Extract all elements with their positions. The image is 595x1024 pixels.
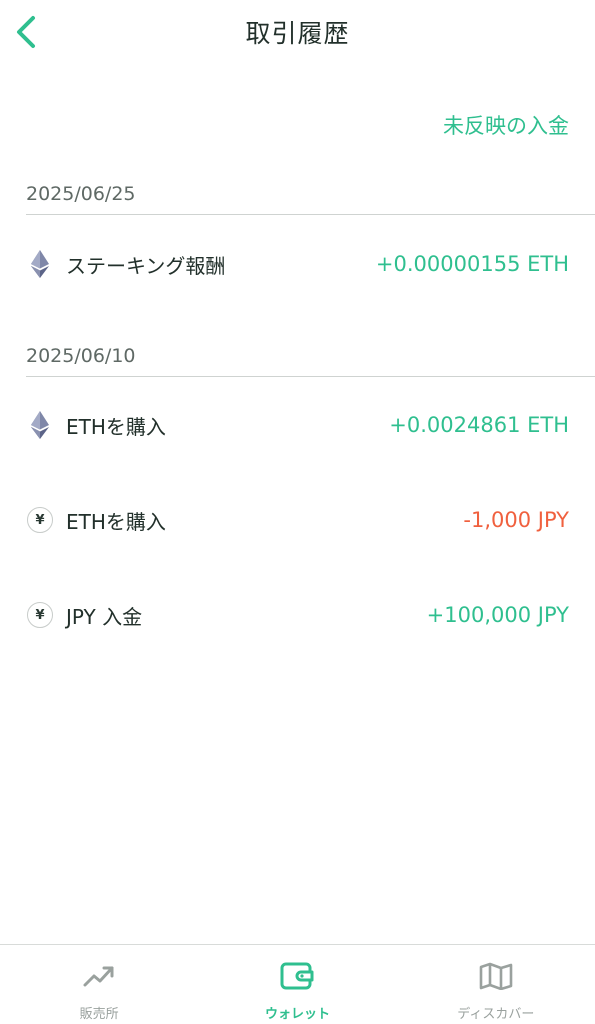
transaction-label: JPY 入金 <box>66 604 143 629</box>
page-title: 取引履歴 <box>245 19 350 48</box>
date-label: 2025/06/25 <box>26 183 136 205</box>
transaction-amount: +0.00000155 ETH <box>375 252 569 276</box>
transaction-amount: -1,000 JPY <box>463 508 569 532</box>
date-header: 2025/06/25 <box>26 175 595 215</box>
map-icon <box>479 959 513 993</box>
transaction-label: ステーキング報酬 <box>66 253 226 278</box>
tab-label: ディスカバー <box>457 1007 535 1022</box>
eth-icon <box>26 411 54 439</box>
pending-deposits-link[interactable]: 未反映の入金 <box>443 110 569 140</box>
transaction-amount: +100,000 JPY <box>426 603 569 627</box>
transaction-row[interactable]: ETHを購入 +0.0024861 ETH <box>26 400 569 450</box>
wallet-icon <box>280 959 314 993</box>
eth-icon <box>26 250 54 278</box>
transaction-history-screen: 取引履歴 未反映の入金 2025/06/25 ステーキング報酬 +0.00000… <box>0 0 595 1024</box>
date-label: 2025/06/10 <box>26 345 136 367</box>
transaction-row[interactable]: ¥ JPY 入金 +100,000 JPY <box>26 590 569 640</box>
tab-exchange[interactable]: 販売所 <box>0 945 198 1024</box>
yen-symbol: ¥ <box>27 507 53 533</box>
trend-chart-icon <box>82 959 116 993</box>
tab-label: ウォレット <box>264 1007 330 1022</box>
bottom-tab-bar: 販売所 ウォレット ディスカバー <box>0 944 595 1024</box>
header: 取引履歴 <box>0 0 595 64</box>
transaction-label: ETHを購入 <box>66 509 166 534</box>
yen-symbol: ¥ <box>27 602 53 628</box>
tab-discover[interactable]: ディスカバー <box>397 945 595 1024</box>
transaction-label: ETHを購入 <box>66 414 166 439</box>
tab-wallet[interactable]: ウォレット <box>198 945 396 1024</box>
transaction-row[interactable]: ¥ ETHを購入 -1,000 JPY <box>26 495 569 545</box>
transaction-row[interactable]: ステーキング報酬 +0.00000155 ETH <box>26 239 569 289</box>
date-header: 2025/06/10 <box>26 337 595 377</box>
tab-label: 販売所 <box>79 1007 119 1022</box>
transaction-amount: +0.0024861 ETH <box>389 413 569 437</box>
yen-icon: ¥ <box>26 601 54 629</box>
yen-icon: ¥ <box>26 506 54 534</box>
